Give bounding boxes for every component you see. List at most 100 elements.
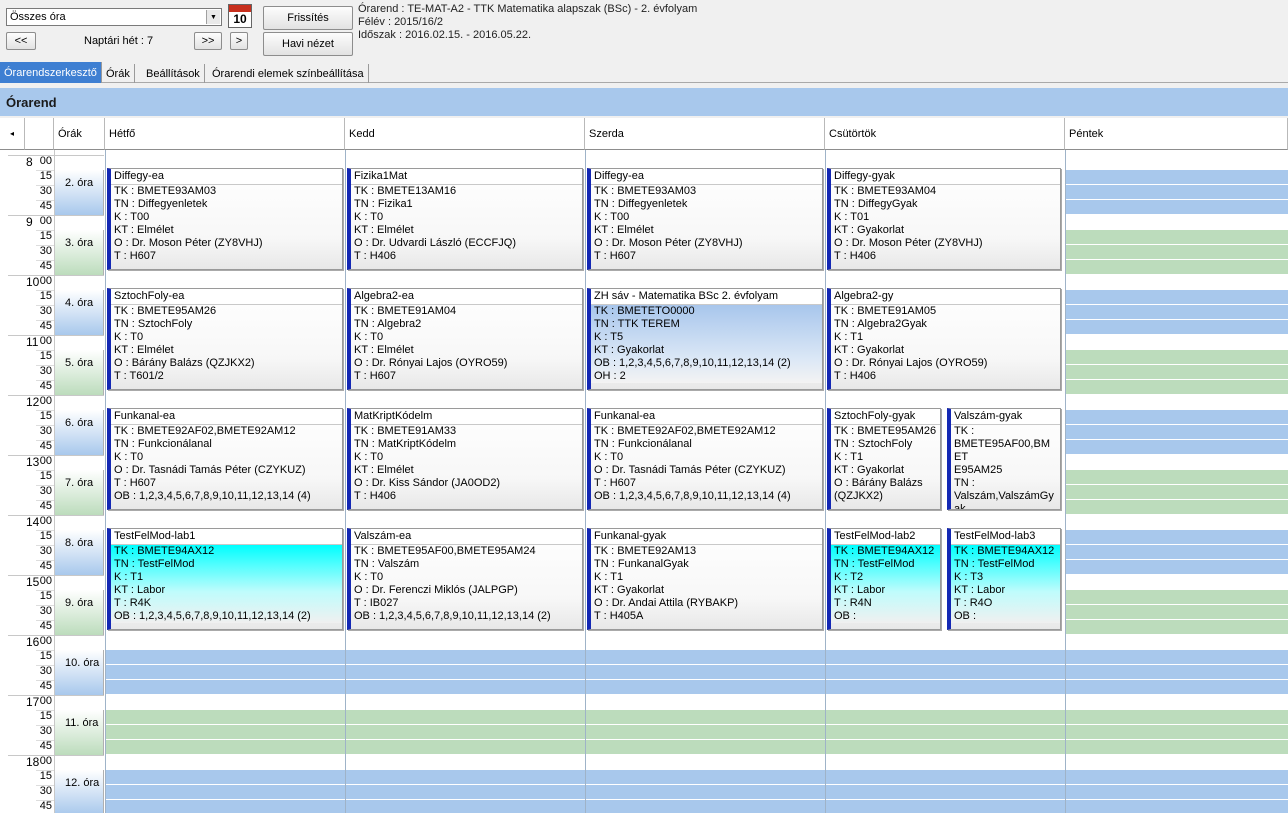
tab-timetable-editor[interactable]: Órarendszerkesztő [0,62,102,83]
class-card[interactable]: TestFelMod-lab3 TK : BMETE94AX12 TN : Test… [947,528,1061,630]
period-info: Időszak : 2016.02.15. - 2016.05.22. [358,29,532,41]
grid-slot[interactable] [105,770,1288,785]
grid-slot[interactable] [105,680,1288,695]
grid-slot-friday[interactable] [1065,590,1288,605]
grid-slot-friday[interactable] [1065,485,1288,500]
grid-slot[interactable] [105,725,1288,740]
grid-slot-friday[interactable] [1065,380,1288,395]
class-card[interactable]: SztochFoly-ea TK : BMETE95AM26 TN : Sztoch… [107,288,343,390]
class-card[interactable]: Diffegy-gyak TK : BMETE93AM04 TN : Diffegy… [827,168,1061,270]
minute-label: 45 [39,260,52,272]
class-card[interactable]: Fizika1Mat TK : BMETE13AM16 TN : Fizika1 K … [347,168,583,270]
class-detail-line: TK : BMETE93AM03 [114,185,217,197]
tab-classes[interactable]: Órák [102,64,135,83]
class-detail-line: TN : Valszám [354,558,420,570]
class-detail-line: OB : 1,2,3,4,5,6,7,8,9,10,11,12,13,14 (2… [114,610,311,622]
grid-slot-friday[interactable] [1065,365,1288,380]
class-card[interactable]: SztochFoly-gyak TK : BMETE95AM26 TN : Szto… [827,408,941,510]
class-card[interactable]: Funkanal-gyak TK : BMETE92AM13 TN : Funkan… [587,528,823,630]
minute-line [36,545,54,546]
class-detail-line: O : Bárány Balázs [834,477,923,489]
prev-week-button[interactable]: << [6,32,36,50]
next-button[interactable]: > [230,32,248,50]
calendar-icon[interactable]: 10 [228,4,252,28]
grid-slot-friday[interactable] [1065,545,1288,560]
class-detail-line: K : T1 [594,571,624,583]
class-card[interactable]: Valszám-gyak TK : BMETE95AF00,BMET E95AM25 T… [947,408,1061,510]
class-detail-line: TK : BMETE94AX12 [954,545,1055,557]
class-detail-line: K : T5 [594,331,624,343]
period-label: 12. óra [55,770,104,813]
class-card[interactable]: Funkanal-ea TK : BMETE92AF02,BMETE92AM12 T… [107,408,343,510]
tab-settings[interactable]: Beállítások [142,64,205,83]
class-detail-line: O : Dr. Moson Péter (ZY8VHJ) [114,237,263,249]
class-card[interactable]: MatKriptKódelm TK : BMETE91AM33 TN : MatKr… [347,408,583,510]
hours-filter-select[interactable]: Összes óra ▼ [6,8,222,26]
scroll-left-icon[interactable]: ◂ [0,118,25,150]
grid-slot-friday[interactable] [1065,410,1288,425]
class-detail-line: Valszám,ValszámGyak [954,490,1054,510]
grid-slot-friday[interactable] [1065,320,1288,335]
class-detail-line: OB : [954,610,977,622]
class-detail-line: TN : Funkcionálanal [114,438,212,450]
grid-slot-friday[interactable] [1065,260,1288,275]
hours-separator [54,150,55,813]
grid-slot-friday[interactable] [1065,305,1288,320]
grid-slot-friday[interactable] [1065,470,1288,485]
class-detail-line: T : R4K [114,597,152,609]
class-card[interactable]: Algebra2-gy TK : BMETE91AM05 TN : Algebra2… [827,288,1061,390]
grid-slot[interactable] [105,800,1288,813]
class-details: TK : BMETE91AM05 TN : Algebra2Gyak K : T1 K… [831,305,1060,383]
class-title: SztochFoly-ea [111,289,342,305]
grid-slot[interactable] [105,785,1288,800]
grid-slot[interactable] [105,710,1288,725]
class-detail-line: O : Dr. Rónyai Lajos (OYRO59) [354,357,508,369]
class-details: TK : BMETE95AF00,BMETE95AM24 TN : Valszám… [351,545,582,623]
chevron-down-icon[interactable]: ▼ [206,10,220,24]
class-detail-line: K : T0 [114,451,144,463]
grid-slot[interactable] [105,740,1288,755]
class-card[interactable]: Valszám-ea TK : BMETE95AF00,BMETE95AM24 TN… [347,528,583,630]
grid-slot-friday[interactable] [1065,605,1288,620]
class-detail-line: KT : Gyakorlat [834,344,905,356]
grid-slot-friday[interactable] [1065,185,1288,200]
refresh-button[interactable]: Frissítés [263,6,353,30]
class-detail-line: OB : 1,2,3,4,5,6,7,8,9,10,11,12,13,14 (4… [594,490,791,502]
class-detail-line: TK : BMETE92AF02,BMETE92AM12 [594,425,776,437]
month-view-button[interactable]: Havi nézet [263,32,353,56]
class-card[interactable]: Funkanal-ea TK : BMETE92AF02,BMETE92AM12 T… [587,408,823,510]
class-card[interactable]: Diffegy-ea TK : BMETE93AM03 TN : Diffegyen… [587,168,823,270]
grid-slot[interactable] [105,650,1288,665]
next-week-button[interactable]: >> [194,32,222,50]
class-card[interactable]: Algebra2-ea TK : BMETE91AM04 TN : Algebra2… [347,288,583,390]
class-card[interactable]: TestFelMod-lab2 TK : BMETE94AX12 TN : Test… [827,528,941,630]
grid-slot-friday[interactable] [1065,440,1288,455]
minute-label: 45 [39,800,52,812]
tab-color-settings[interactable]: Órarendi elemek színbeállítása [208,64,369,83]
hour-line [8,695,104,696]
class-detail-line: TK : BMETE95AF00,BMETE95AM24 [354,545,536,557]
class-card[interactable]: ZH sáv - Matematika BSc 2. évfolyam TK : … [587,288,823,390]
grid-slot-friday[interactable] [1065,230,1288,245]
grid-slot-friday[interactable] [1065,170,1288,185]
grid-slot-friday[interactable] [1065,530,1288,545]
minute-line [36,170,54,171]
class-detail-line: TN : TestFelMod [954,558,1035,570]
grid-slot[interactable] [105,665,1288,680]
grid-slot-friday[interactable] [1065,500,1288,515]
header-hours: Órák [54,118,105,150]
class-card[interactable]: TestFelMod-lab1 TK : BMETE94AX12 TN : Test… [107,528,343,630]
grid-slot-friday[interactable] [1065,425,1288,440]
grid-slot-friday[interactable] [1065,620,1288,635]
grid-slot-friday[interactable] [1065,245,1288,260]
grid-slot-friday[interactable] [1065,200,1288,215]
class-detail-line: K : T2 [834,571,864,583]
class-details: TK : BMETE94AX12 TN : TestFelMod K : T2 KT … [831,545,940,623]
class-detail-line: K : T0 [354,211,384,223]
class-detail-line: OB : 1,2,3,4,5,6,7,8,9,10,11,12,13,14 (4… [114,490,311,502]
grid-slot-friday[interactable] [1065,560,1288,575]
grid-slot-friday[interactable] [1065,290,1288,305]
class-card[interactable]: Diffegy-ea TK : BMETE93AM03 TN : Diffegyen… [107,168,343,270]
class-title: Funkanal-ea [591,409,822,425]
grid-slot-friday[interactable] [1065,350,1288,365]
